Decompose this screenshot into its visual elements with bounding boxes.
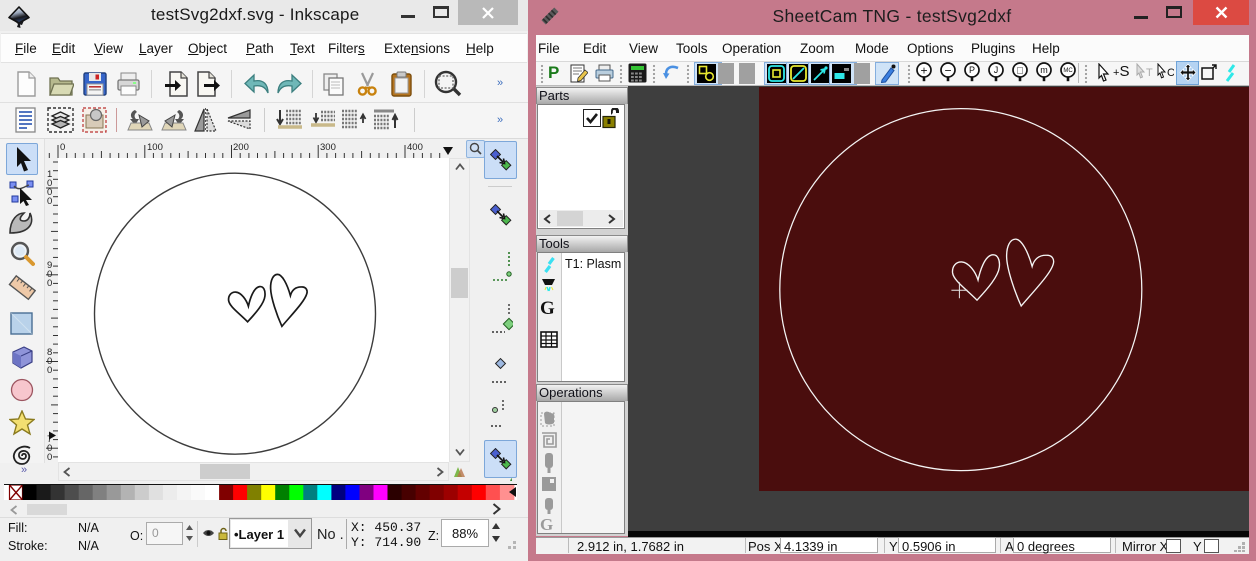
svg-text:+: + bbox=[920, 63, 927, 77]
svg-text:0: 0 bbox=[47, 452, 52, 462]
svg-text:0: 0 bbox=[47, 196, 52, 207]
svg-text:400: 400 bbox=[407, 142, 423, 153]
svg-text:100: 100 bbox=[147, 142, 163, 153]
svg-text:MC: MC bbox=[1063, 68, 1073, 74]
svg-text:0: 0 bbox=[47, 365, 52, 376]
svg-text:−: − bbox=[944, 63, 951, 77]
svg-text:200: 200 bbox=[233, 142, 249, 153]
svg-text:m: m bbox=[1040, 65, 1048, 75]
svg-text:P: P bbox=[969, 65, 975, 75]
svg-text:□: □ bbox=[1017, 66, 1023, 77]
svg-text:0: 0 bbox=[60, 142, 65, 153]
svg-text:300: 300 bbox=[320, 142, 336, 153]
svg-text:0: 0 bbox=[47, 278, 52, 289]
svg-text:J: J bbox=[994, 65, 999, 75]
svg-text:T: T bbox=[1146, 67, 1153, 79]
svg-text:C: C bbox=[1167, 67, 1174, 79]
